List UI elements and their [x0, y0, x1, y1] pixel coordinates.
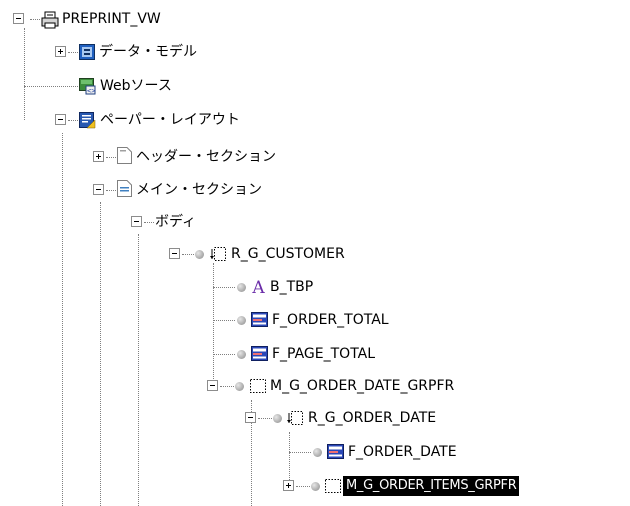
repeating-frame-icon: [210, 247, 226, 261]
state-dot-icon: [237, 283, 246, 292]
tree-node-f-order-total[interactable]: F_ORDER_TOTAL: [269, 308, 392, 332]
expand-toggle[interactable]: [93, 151, 104, 162]
collapse-toggle[interactable]: [131, 216, 142, 227]
field-icon: [251, 346, 268, 361]
tree-connector: [30, 19, 40, 20]
state-dot-icon: [311, 482, 320, 491]
state-dot-icon: [237, 316, 246, 325]
tree-node-label: F_ORDER_TOTAL: [272, 312, 389, 328]
tree-connector: [24, 28, 25, 120]
tree-node-m-g-order-items-grpfr[interactable]: M_G_ORDER_ITEMS_GRPFR: [343, 474, 520, 498]
svg-text:A: A: [251, 278, 265, 295]
collapse-toggle[interactable]: [245, 412, 256, 423]
tree-node-label: PREPRINT_VW: [62, 11, 161, 27]
state-dot-icon: [237, 350, 246, 359]
tree-connector: [213, 320, 235, 321]
tree-node-web-source[interactable]: Webソース: [97, 74, 175, 98]
collapse-toggle[interactable]: [207, 380, 218, 391]
tree-node-data-model[interactable]: データ・モデル: [96, 40, 200, 64]
text-boilerplate-icon: A: [251, 278, 265, 295]
frame-icon: [250, 379, 266, 393]
web-source-icon: <>: [79, 78, 96, 95]
tree-connector: [296, 486, 310, 487]
state-dot-icon: [273, 414, 282, 423]
tree-connector: [258, 418, 272, 419]
repeating-frame-icon: [287, 411, 303, 425]
tree-node-main-section[interactable]: メイン・セクション: [133, 178, 265, 202]
tree-connector: [24, 86, 78, 87]
state-dot-icon: [313, 448, 322, 457]
svg-text:<>: <>: [87, 87, 95, 95]
tree-node-label: F_ORDER_DATE: [348, 444, 457, 460]
tree-connector: [289, 432, 290, 486]
tree-node-body[interactable]: ボディ: [152, 210, 199, 234]
tree-connector: [68, 52, 78, 53]
tree-node-label: Webソース: [100, 78, 172, 94]
tree-connector: [138, 234, 139, 506]
tree-node-r-g-order-date[interactable]: R_G_ORDER_DATE: [305, 406, 439, 430]
tree-connector: [106, 190, 116, 191]
paper-layout-icon: [79, 112, 96, 129]
collapse-toggle[interactable]: [55, 114, 66, 125]
collapse-toggle[interactable]: [93, 184, 104, 195]
tree-node-paper-layout[interactable]: ペーパー・レイアウト: [97, 108, 243, 132]
tree-connector: [213, 287, 235, 288]
section-icon: [117, 147, 132, 164]
state-dot-icon: [235, 382, 244, 391]
tree-connector: [220, 386, 234, 387]
tree-connector: [289, 452, 311, 453]
tree-connector: [213, 354, 235, 355]
section-icon: [117, 180, 132, 197]
state-dot-icon: [195, 250, 204, 259]
tree-node-label: B_TBP: [270, 279, 314, 295]
tree-connector: [106, 157, 116, 158]
tree-node-m-g-order-date-grpfr[interactable]: M_G_ORDER_DATE_GRPFR: [267, 374, 457, 398]
report-icon: [41, 11, 59, 29]
tree-node-label: ヘッダー・セクション: [136, 149, 276, 165]
expand-toggle[interactable]: [55, 46, 66, 57]
tree-node-root[interactable]: PREPRINT_VW: [59, 7, 164, 31]
tree-node-label: M_G_ORDER_DATE_GRPFR: [270, 378, 455, 394]
tree-node-f-order-date[interactable]: F_ORDER_DATE: [345, 440, 460, 464]
field-icon: [251, 312, 268, 327]
tree-node-label: データ・モデル: [99, 44, 197, 60]
tree-node-r-g-customer[interactable]: R_G_CUSTOMER: [228, 242, 348, 266]
frame-icon: [325, 479, 341, 493]
tree-node-header-section[interactable]: ヘッダー・セクション: [133, 145, 279, 169]
expand-toggle[interactable]: [283, 480, 294, 491]
tree-connector: [62, 133, 63, 506]
tree-node-label: ボディ: [155, 214, 197, 230]
collapse-toggle[interactable]: [169, 248, 180, 259]
tree-connector: [68, 120, 78, 121]
tree-node-label: R_G_ORDER_DATE: [308, 410, 437, 426]
collapse-toggle[interactable]: [13, 13, 24, 24]
field-icon: [327, 444, 344, 459]
tree-connector: [213, 263, 214, 385]
tree-connector: [182, 254, 194, 255]
tree-node-f-page-total[interactable]: F_PAGE_TOTAL: [269, 342, 378, 366]
tree-node-label: F_PAGE_TOTAL: [272, 346, 376, 362]
tree-connector: [100, 202, 101, 506]
tree-node-label-selected: M_G_ORDER_ITEMS_GRPFR: [343, 476, 520, 496]
data-model-icon: [79, 44, 95, 60]
tree-node-label: R_G_CUSTOMER: [231, 246, 345, 262]
object-navigator-tree: <> A PREPRINT_VW データ・モデル Webソース ペーパー・レイア…: [0, 0, 630, 506]
tree-node-label: メイン・セクション: [136, 182, 262, 198]
tree-node-label: ペーパー・レイアウト: [100, 112, 240, 128]
tree-node-b-tbp[interactable]: B_TBP: [267, 275, 316, 299]
